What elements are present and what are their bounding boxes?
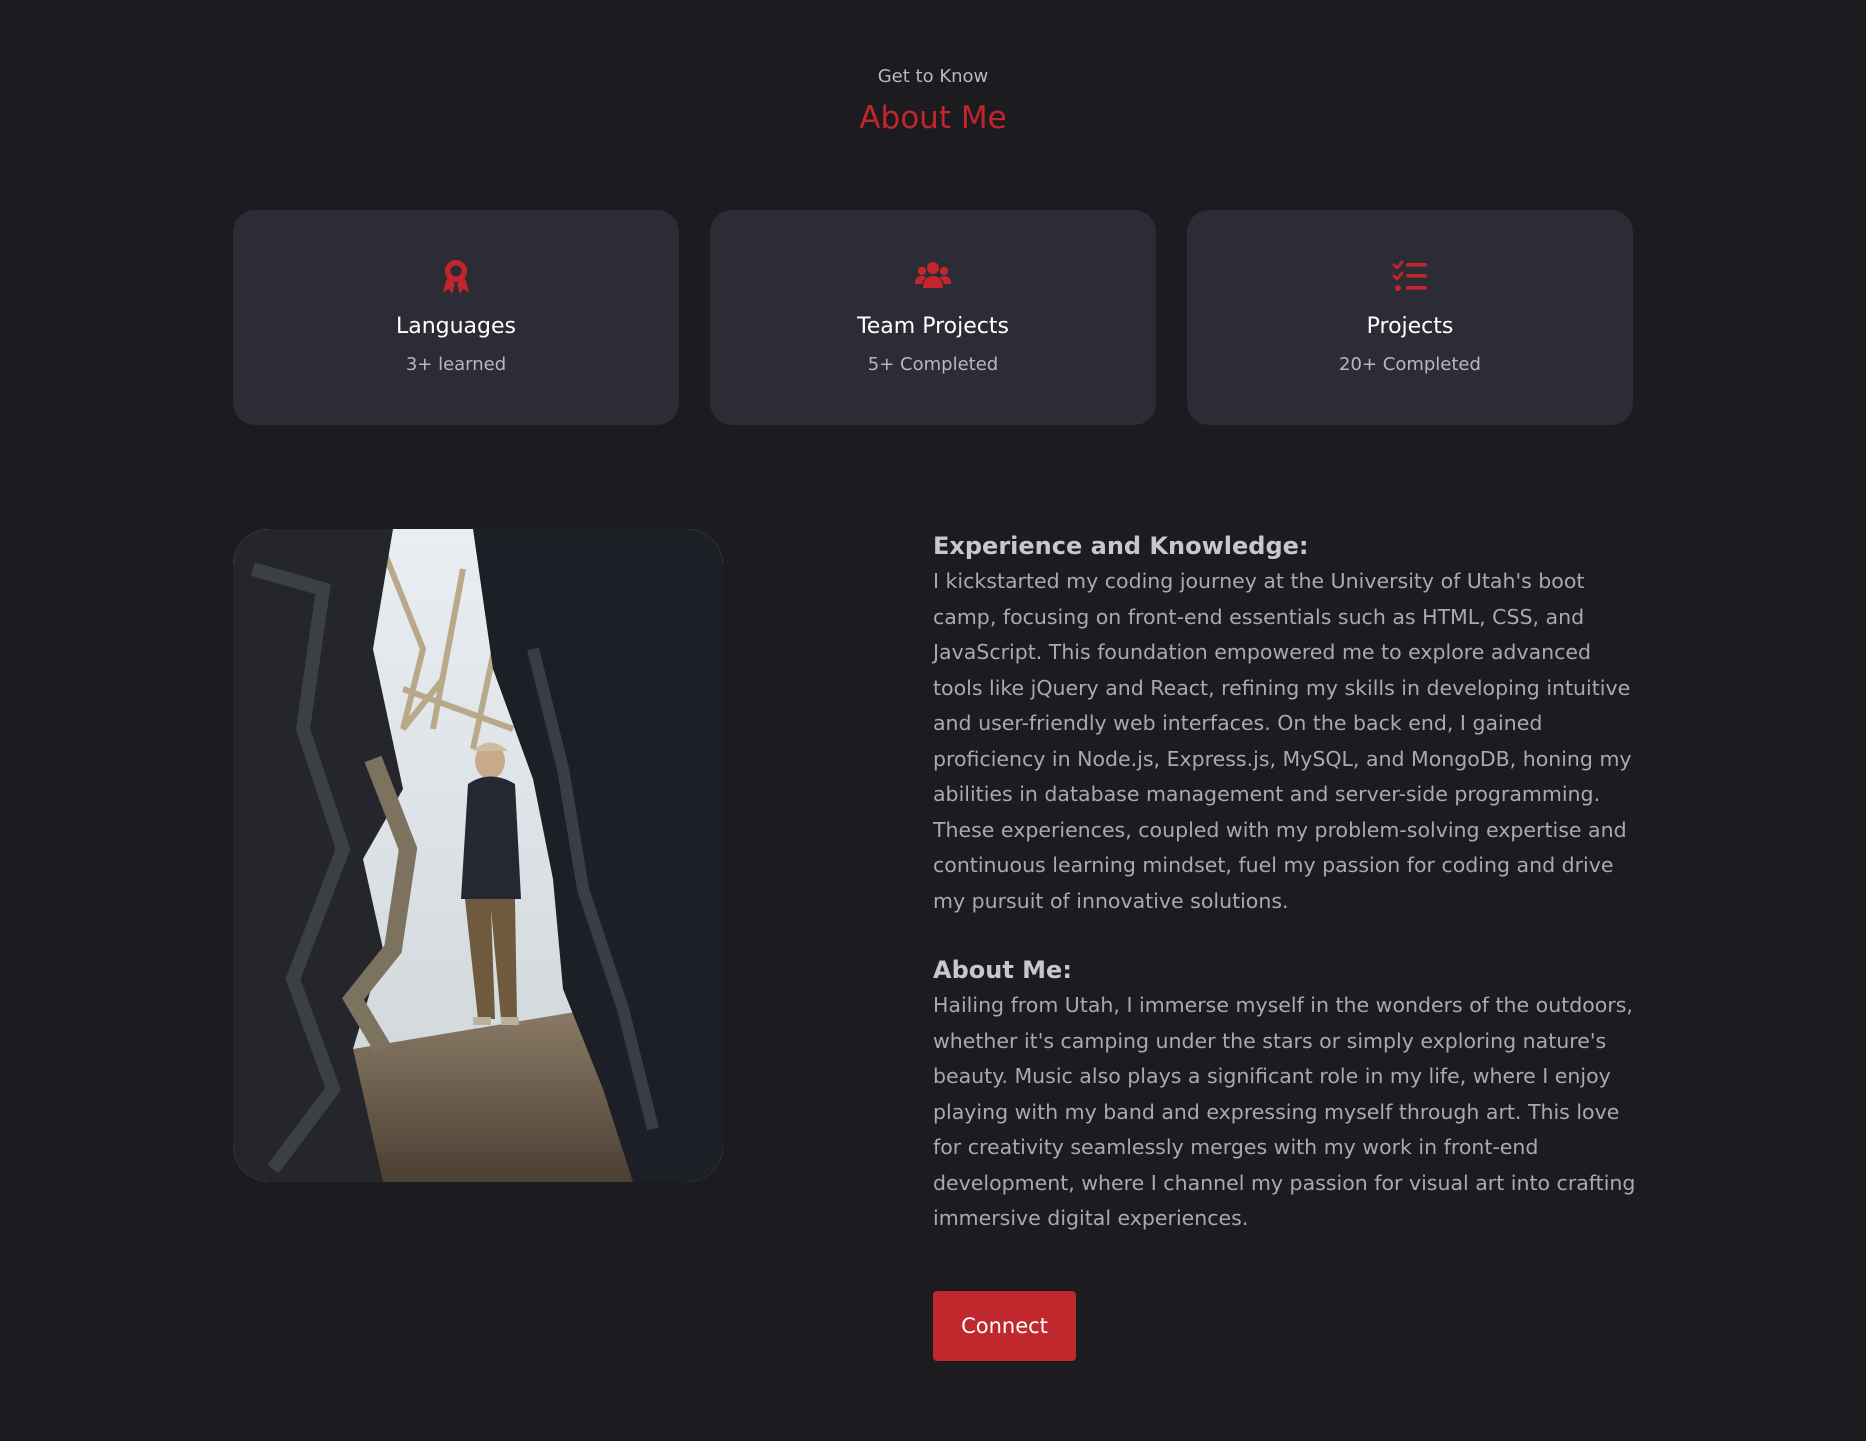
card-title: Projects <box>1366 314 1454 339</box>
profile-photo <box>233 529 723 1182</box>
about-section: Get to Know About Me Languages 3+ learne… <box>0 0 1866 1441</box>
card-subtitle: 3+ learned <box>405 354 507 375</box>
section-eyebrow: Get to Know <box>877 66 989 87</box>
list-check-icon <box>1187 256 1633 296</box>
users-icon <box>710 256 1156 296</box>
connect-button[interactable]: Connect <box>933 1291 1076 1361</box>
section-title: About Me <box>859 100 1007 136</box>
about-text: Experience and Knowledge: I kickstarted … <box>933 532 1638 1237</box>
card-title: Languages <box>395 314 517 339</box>
about-heading: About Me: <box>933 956 1072 984</box>
stats-cards: Languages 3+ learned Team Projects 5+ Co… <box>233 210 1633 425</box>
about-body: Hailing from Utah, I immerse myself in t… <box>933 993 1636 1230</box>
award-icon <box>233 256 679 296</box>
card-team-projects: Team Projects 5+ Completed <box>710 210 1156 425</box>
card-subtitle: 20+ Completed <box>1339 354 1481 375</box>
card-languages: Languages 3+ learned <box>233 210 679 425</box>
card-subtitle: 5+ Completed <box>867 354 999 375</box>
card-title: Team Projects <box>857 314 1009 339</box>
experience-heading: Experience and Knowledge: <box>933 532 1309 560</box>
experience-body: I kickstarted my coding journey at the U… <box>933 569 1632 913</box>
card-projects: Projects 20+ Completed <box>1187 210 1633 425</box>
